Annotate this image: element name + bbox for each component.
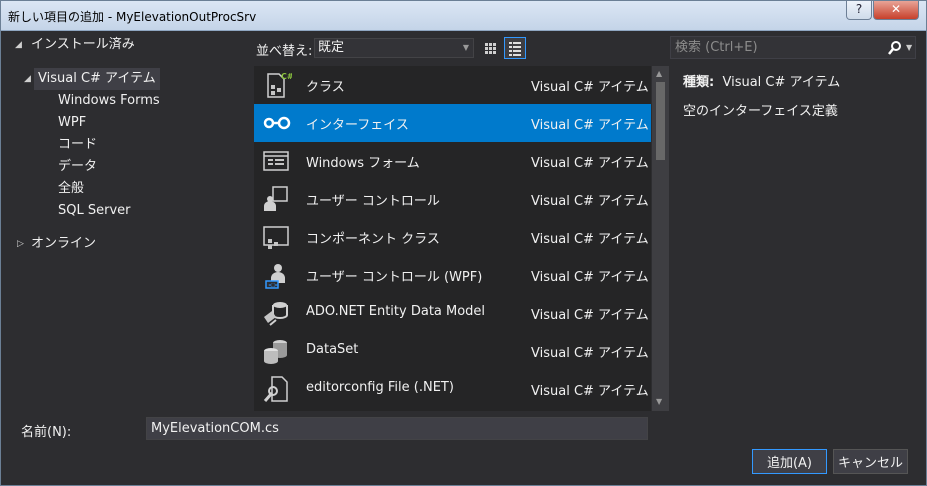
windows-form-icon <box>263 151 289 171</box>
name-label: 名前(N): <box>21 425 72 440</box>
search-box: ▼ <box>670 36 916 59</box>
search-icon[interactable] <box>887 40 903 56</box>
item-name: インターフェイス <box>306 118 409 133</box>
item-name: DataSet <box>306 342 359 357</box>
template-list: C# クラス Visual C# アイテム インターフェイス Visual C#… <box>254 66 651 411</box>
tree-item-label: インストール済み <box>31 37 135 52</box>
item-category: Visual C# アイテム <box>531 346 649 361</box>
list-view-icon <box>509 42 521 56</box>
item-kind: 種類: Visual C# アイテム <box>683 71 918 90</box>
add-new-item-dialog: 新しい項目の追加 - MyElevationOutProcSrv ? ✕ ◢ イ… <box>0 0 927 486</box>
item-name: editorconfig File (.NET) <box>306 380 454 395</box>
search-input[interactable] <box>671 37 881 58</box>
title-bar[interactable]: 新しい項目の追加 - MyElevationOutProcSrv ? ✕ <box>1 1 926 31</box>
item-category: Visual C# アイテム <box>531 270 649 285</box>
list-item-entity-data-model[interactable]: ADO.NET Entity Data Model Visual C# アイテム <box>254 294 651 332</box>
item-category: Visual C# アイテム <box>531 80 649 95</box>
item-name: クラス <box>306 80 345 95</box>
sort-value: 既定 <box>318 40 345 55</box>
item-description: 空のインターフェイス定義 <box>683 104 838 119</box>
item-category: Visual C# アイテム <box>531 308 649 323</box>
item-name: ユーザー コントロール <box>306 194 440 209</box>
list-scrollbar[interactable]: ▲ ▼ <box>652 66 669 411</box>
item-name: ユーザー コントロール (WPF) <box>306 270 483 285</box>
item-category: Visual C# アイテム <box>531 232 649 247</box>
wpf-user-control-icon: <> <box>265 264 285 289</box>
tree-item-windows-forms[interactable]: Windows Forms <box>58 90 160 112</box>
scroll-down-arrow-icon[interactable]: ▼ <box>656 397 662 406</box>
help-button[interactable]: ? <box>846 1 872 20</box>
item-name: ADO.NET Entity Data Model <box>306 304 486 319</box>
kind-value: Visual C# アイテム <box>722 75 841 90</box>
list-item-windows-form[interactable]: Windows フォーム Visual C# アイテム <box>254 142 651 180</box>
list-item-class[interactable]: C# クラス Visual C# アイテム <box>254 66 651 104</box>
tree-item-code[interactable]: コード <box>58 134 97 156</box>
svg-text:C#: C# <box>281 72 292 81</box>
class-icon: C# <box>267 72 292 98</box>
editorconfig-icon <box>263 376 288 402</box>
template-tree: ◢ インストール済み ◢ Visual C# アイテム Windows Form… <box>9 31 249 411</box>
tree-item-visual-csharp[interactable]: ◢ Visual C# アイテム <box>24 68 160 90</box>
list-item-wpf-user-control[interactable]: <> ユーザー コントロール (WPF) Visual C# アイテム <box>254 256 651 294</box>
sort-dropdown[interactable]: 既定 ▼ <box>314 38 474 58</box>
list-item-editorconfig[interactable]: editorconfig File (.NET) Visual C# アイテム <box>254 370 651 408</box>
tree-item-general[interactable]: 全般 <box>58 178 84 200</box>
collapse-triangle-icon[interactable]: ◢ <box>15 34 22 56</box>
svg-text:<>: <> <box>268 282 278 289</box>
small-icons-view-button[interactable] <box>479 37 501 59</box>
scroll-up-arrow-icon[interactable]: ▲ <box>656 69 662 78</box>
sort-label: 並べ替え: <box>256 44 313 59</box>
list-item-user-control[interactable]: ユーザー コントロール Visual C# アイテム <box>254 180 651 218</box>
kind-label: 種類: <box>683 75 715 90</box>
tree-item-wpf[interactable]: WPF <box>58 112 86 134</box>
item-category: Visual C# アイテム <box>531 156 649 171</box>
user-control-icon <box>264 186 288 211</box>
scrollbar-thumb[interactable] <box>656 82 665 160</box>
grid-view-icon <box>485 43 496 54</box>
dataset-icon <box>264 340 287 364</box>
tree-item-label: Visual C# アイテム <box>38 71 156 86</box>
item-category: Visual C# アイテム <box>531 384 649 399</box>
window-title: 新しい項目の追加 - MyElevationOutProcSrv <box>8 10 257 24</box>
details-panel: 種類: Visual C# アイテム 空のインターフェイス定義 <box>683 71 918 119</box>
item-name: コンポーネント クラス <box>306 232 440 247</box>
list-item-dataset[interactable]: DataSet Visual C# アイテム <box>254 332 651 370</box>
close-button[interactable]: ✕ <box>873 1 919 20</box>
cancel-button[interactable]: キャンセル <box>833 449 908 474</box>
search-options-arrow-icon[interactable]: ▼ <box>906 43 912 52</box>
tree-item-sql-server[interactable]: SQL Server <box>58 200 131 222</box>
list-item-interface[interactable]: インターフェイス Visual C# アイテム <box>254 104 651 142</box>
component-class-icon <box>263 226 289 249</box>
entity-data-model-icon <box>264 302 288 326</box>
expand-triangle-icon[interactable]: ▷ <box>17 233 24 255</box>
tree-item-label: オンライン <box>31 236 97 251</box>
list-item-component-class[interactable]: コンポーネント クラス Visual C# アイテム <box>254 218 651 256</box>
interface-icon <box>263 116 291 130</box>
dropdown-arrow-icon: ▼ <box>462 43 469 52</box>
tree-item-data[interactable]: データ <box>58 156 97 178</box>
item-category: Visual C# アイテム <box>531 194 649 209</box>
details-view-button[interactable] <box>504 37 526 59</box>
item-name: Windows フォーム <box>306 156 420 171</box>
item-category: Visual C# アイテム <box>531 118 649 133</box>
file-name-input[interactable] <box>146 417 648 440</box>
add-button[interactable]: 追加(A) <box>752 449 827 474</box>
collapse-triangle-icon[interactable]: ◢ <box>24 68 31 90</box>
